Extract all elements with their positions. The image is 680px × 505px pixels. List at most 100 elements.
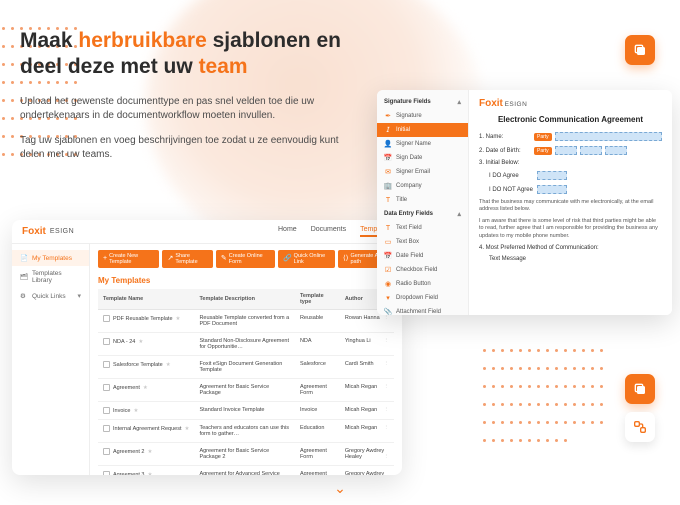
table-row[interactable]: Agreement★Agreement for Basic Service Pa…: [98, 379, 394, 402]
document-icon: 📄: [20, 254, 28, 262]
copy-icon: [625, 374, 655, 404]
table-row[interactable]: PDF Reusable Template★Reusable Template …: [98, 310, 394, 333]
field-icon: 📅: [384, 154, 392, 162]
share-icon[interactable]: ⋮: [384, 454, 390, 460]
notagree-field[interactable]: [537, 185, 567, 194]
field-radio-button[interactable]: ◉Radio Button: [377, 277, 468, 291]
field-icon: 🏢: [384, 182, 392, 190]
star-icon[interactable]: ★: [148, 449, 153, 455]
field-icon: T: [384, 196, 392, 204]
field-icon: ✒: [384, 112, 392, 120]
field-initial[interactable]: 𝘐Initial: [377, 123, 468, 137]
checkbox[interactable]: [103, 338, 110, 345]
field-sign-date[interactable]: 📅Sign Date: [377, 151, 468, 165]
data-entry-fields-header[interactable]: Data Entry Fields▴: [377, 207, 468, 221]
field-icon: 📎: [384, 308, 392, 315]
chevron-down-icon: ▾: [77, 292, 81, 300]
create-online-form-button[interactable]: ✎Create Online Form: [216, 250, 275, 268]
copy-icon: [625, 35, 655, 65]
library-icon: 🗂: [20, 273, 28, 281]
decorative-dots: [480, 342, 610, 450]
col-desc[interactable]: Template Description: [194, 289, 295, 310]
star-icon[interactable]: ★: [185, 426, 190, 432]
scroll-down-icon[interactable]: ⌄: [334, 480, 346, 497]
field-company[interactable]: 🏢Company: [377, 179, 468, 193]
field-date-field[interactable]: 📅Date Field: [377, 249, 468, 263]
field-icon: ☑: [384, 266, 392, 274]
field-attachment-field[interactable]: 📎Attachment Field: [377, 305, 468, 315]
table-row[interactable]: Salesforce Template★Foxit eSign Document…: [98, 356, 394, 379]
field-checkbox-field[interactable]: ☑Checkbox Field: [377, 263, 468, 277]
field-signer-name[interactable]: 👤Signer Name: [377, 137, 468, 151]
checkbox[interactable]: [103, 384, 110, 391]
checkbox[interactable]: [103, 315, 110, 322]
field-text-field[interactable]: TText Field: [377, 221, 468, 235]
star-icon[interactable]: ★: [148, 472, 153, 475]
field-title[interactable]: TTitle: [377, 193, 468, 207]
star-icon[interactable]: ★: [166, 362, 171, 368]
field-icon: T: [384, 224, 392, 232]
checkbox[interactable]: [103, 425, 110, 432]
create-template-button[interactable]: +Create New Template: [98, 250, 159, 268]
doc-logo: Foxit ESIGN: [479, 98, 662, 109]
workflow-icon: [625, 412, 655, 442]
party-tag: Party: [534, 133, 552, 141]
share-icon[interactable]: ⋮: [384, 338, 390, 344]
field-icon: ◉: [384, 280, 392, 288]
dob-m[interactable]: [555, 146, 577, 155]
chevron-up-icon: ▴: [457, 98, 461, 106]
signature-fields-header[interactable]: Signature Fields▴: [377, 95, 468, 109]
checkbox[interactable]: [103, 407, 110, 414]
sidebar-templates-library[interactable]: 🗂 Templates Library: [12, 266, 89, 288]
hero-paragraph-2: Tag uw sjablonen en voeg beschrijvingen …: [20, 134, 340, 163]
sidebar-my-templates[interactable]: 📄 My Templates: [12, 250, 89, 266]
col-name[interactable]: Template Name: [98, 289, 194, 310]
party-tag: Party: [534, 147, 552, 155]
quick-online-link-button[interactable]: 🔗Quick Online Link: [278, 250, 335, 268]
field-icon: ▾: [384, 294, 392, 302]
agree-field[interactable]: [537, 171, 567, 180]
my-templates-title: My Templates: [98, 276, 394, 285]
table-row[interactable]: Agreement 3★Agreement for Advanced Servi…: [98, 466, 394, 476]
field-text-box[interactable]: ▭Text Box: [377, 235, 468, 249]
share-icon[interactable]: ⋮: [384, 315, 390, 321]
table-row[interactable]: Internal Agreement Request★Teachers and …: [98, 420, 394, 443]
hero-paragraph-1: Upload het gewenste documenttype en pas …: [20, 95, 340, 124]
checkbox[interactable]: [103, 448, 110, 455]
field-icon: ✉: [384, 168, 392, 176]
table-row[interactable]: Invoice★Standard Invoice TemplateInvoice…: [98, 402, 394, 420]
star-icon[interactable]: ★: [138, 339, 143, 345]
checkbox[interactable]: [103, 361, 110, 368]
checkbox[interactable]: [103, 471, 110, 475]
star-icon[interactable]: ★: [176, 316, 181, 322]
share-icon[interactable]: ⋮: [384, 425, 390, 431]
table-row[interactable]: NDA - 24★Standard Non-Disclosure Agreeme…: [98, 333, 394, 356]
field-icon: 📅: [384, 252, 392, 260]
share-icon[interactable]: ⋮: [384, 407, 390, 413]
star-icon[interactable]: ★: [143, 385, 148, 391]
field-icon: 👤: [384, 140, 392, 148]
col-type[interactable]: Template type: [295, 289, 340, 310]
table-row[interactable]: Agreement 2★Agreement for Basic Service …: [98, 443, 394, 466]
field-signature[interactable]: ✒Signature: [377, 109, 468, 123]
field-dropdown-field[interactable]: ▾Dropdown Field: [377, 291, 468, 305]
nav-documents[interactable]: Documents: [311, 226, 346, 237]
templates-app: Foxit ESIGN Home Documents Templates 📄 M…: [12, 220, 402, 475]
name-field[interactable]: [555, 132, 662, 141]
share-icon[interactable]: ⋮: [384, 384, 390, 390]
dob-d[interactable]: [580, 146, 602, 155]
share-template-button[interactable]: ↗Share Template: [162, 250, 212, 268]
share-icon[interactable]: ⋮: [384, 361, 390, 367]
chevron-up-icon: ▴: [457, 210, 461, 218]
link-icon: ⚙: [20, 292, 28, 300]
template-editor: Signature Fields▴ ✒Signature𝘐Initial👤Sig…: [377, 90, 672, 315]
field-icon: 𝘐: [384, 126, 392, 134]
star-icon[interactable]: ★: [133, 408, 138, 414]
hero-title: Maak herbruikbare sjablonen en deel deze…: [20, 28, 360, 81]
doc-title: Electronic Communication Agreement: [479, 115, 662, 124]
app-logo: Foxit ESIGN: [22, 226, 74, 237]
nav-home[interactable]: Home: [278, 226, 297, 237]
sidebar-quick-links[interactable]: ⚙ Quick Links ▾: [12, 288, 89, 304]
dob-y[interactable]: [605, 146, 627, 155]
field-signer-email[interactable]: ✉Signer Email: [377, 165, 468, 179]
